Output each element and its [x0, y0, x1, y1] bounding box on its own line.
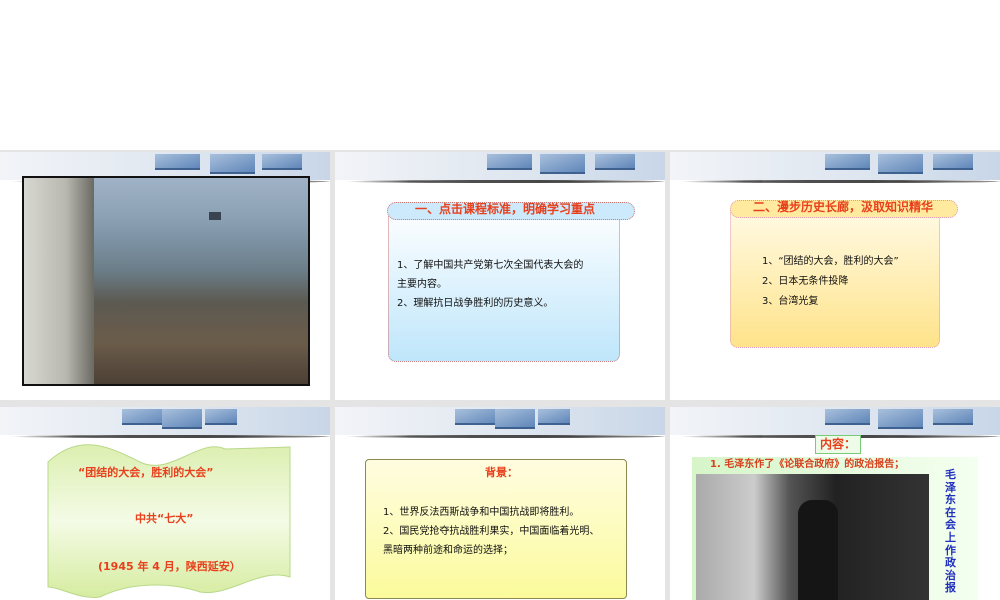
slide-thumbnail-6[interactable]: 内容： 1. 毛泽东作了《论联合政府》的政治报告； 毛泽东在会上作政治报 [670, 407, 1000, 600]
slide-header-band [335, 407, 665, 438]
slide-title: 二、漫步历史长廊，汲取知识精华 [753, 200, 934, 214]
slide-thumbnail-5[interactable]: 背景： 1、世界反法西斯战争和中国抗战即将胜利。 2、国民党抢夺抗战胜利果实，中… [335, 407, 665, 600]
slide-header-band [670, 152, 1000, 183]
slide-line: 1、了解中国共产党第七次全国代表大会的 [397, 260, 584, 271]
slide-thumbnail-4[interactable]: “团结的大会，胜利的大会” 中共“七大” (1945 年 4 月，陕西延安） [0, 407, 330, 600]
slide-line: 1、“团结的大会，胜利的大会” [762, 256, 899, 267]
slide-title: 一、点击课程标准，明确学习重点 [415, 202, 596, 216]
surrender-ceremony-photo [22, 176, 310, 386]
slide-line: 1、世界反法西斯战争和中国抗战即将胜利。 [383, 507, 580, 518]
slide-line: 2、理解抗日战争胜利的历史意义。 [397, 298, 554, 309]
slide-title: 内容： [815, 435, 862, 454]
slide-line: “团结的大会，胜利的大会” [78, 466, 214, 479]
slide-thumbnail-2[interactable]: 一、点击课程标准，明确学习重点 1、了解中国共产党第七次全国代表大会的 主要内容… [335, 152, 665, 400]
slide-line: 3、台湾光复 [762, 296, 819, 307]
slide-line: 主要内容。 [397, 279, 447, 290]
slide-line: 黑暗两种前途和命运的选择； [383, 545, 513, 556]
photo-caption-vertical: 毛泽东在会上作政治报 [945, 468, 956, 595]
slide-line: (1945 年 4 月，陕西延安） [98, 560, 241, 573]
slide-line: 2、日本无条件投降 [762, 276, 849, 287]
slide-header-band [670, 407, 1000, 438]
slide-subtitle: 1. 毛泽东作了《论联合政府》的政治报告； [710, 459, 905, 470]
slide-sorter-grid: 一、点击课程标准，明确学习重点 1、了解中国共产党第七次全国代表大会的 主要内容… [0, 150, 1000, 600]
slide-line: 2、国民党抢夺抗战胜利果实，中国面临着光明、 [383, 526, 600, 537]
slide-thumbnail-3[interactable]: 二、漫步历史长廊，汲取知识精华 1、“团结的大会，胜利的大会” 2、日本无条件投… [670, 152, 1000, 400]
slide-header-band [335, 152, 665, 183]
slide-thumbnail-1[interactable] [0, 152, 330, 400]
slide-line: 中共“七大” [135, 512, 194, 525]
mao-speech-photo [696, 474, 929, 600]
slide-title: 背景： [485, 466, 518, 479]
